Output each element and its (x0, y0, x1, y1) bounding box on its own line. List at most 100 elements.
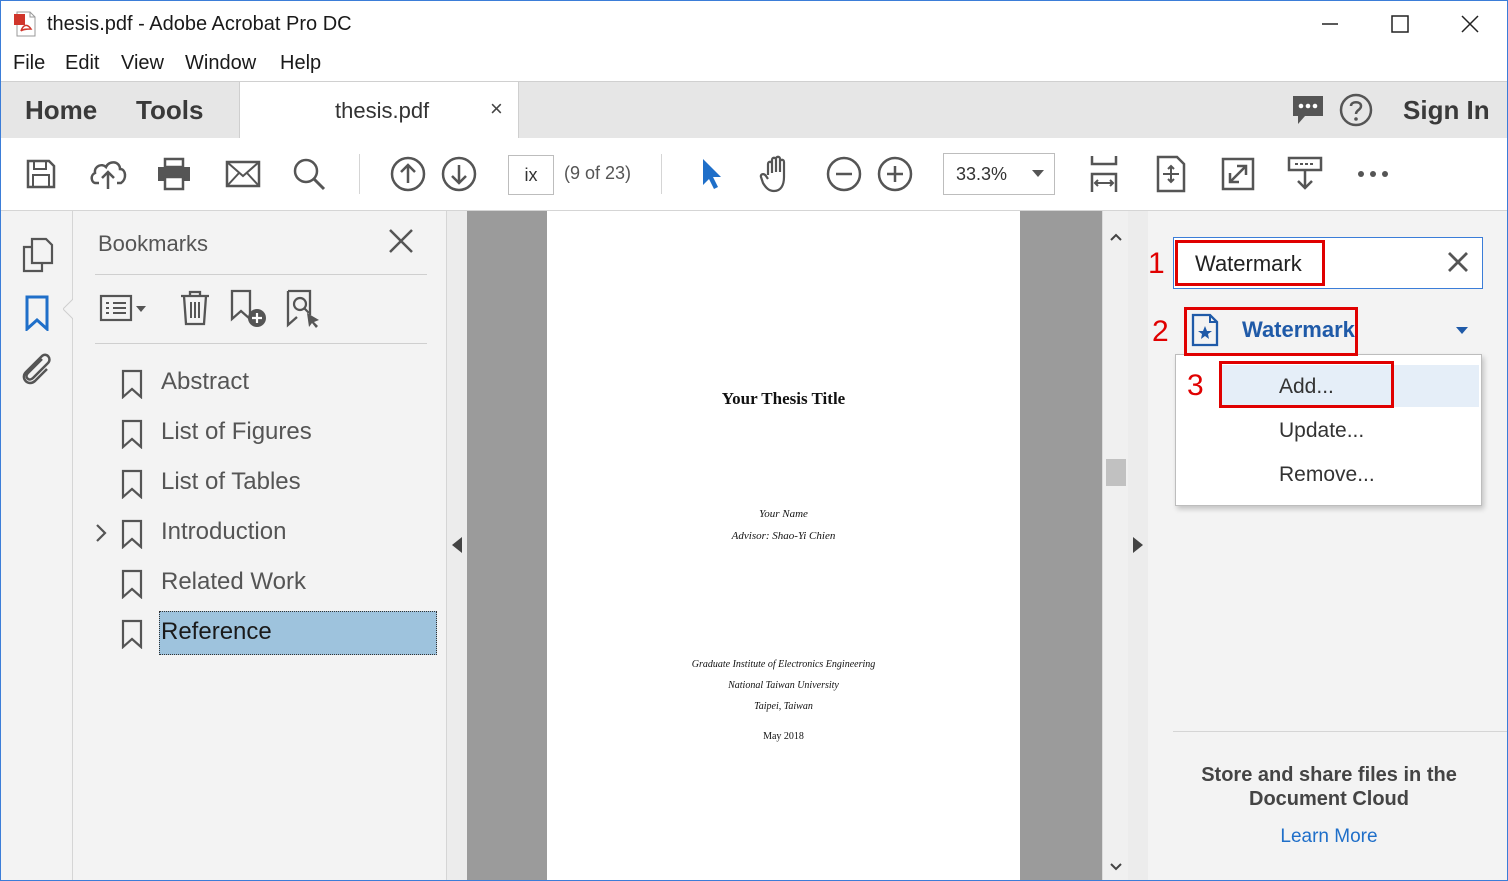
save-icon[interactable] (21, 154, 61, 194)
fit-page-icon[interactable] (1151, 154, 1191, 194)
document-cloud-promo: Store and share files in the Document Cl… (1201, 764, 1457, 810)
toolbar: ix (9 of 23) 33.3% (1, 138, 1507, 211)
menu-view[interactable]: View (121, 52, 164, 75)
bookmark-item[interactable]: List of Figures (73, 411, 447, 455)
tab-document[interactable]: thesis.pdf × (239, 82, 519, 139)
scroll-up-icon[interactable] (1110, 233, 1122, 241)
vertical-scrollbar[interactable] (1102, 211, 1128, 880)
menu-help[interactable]: Help (280, 52, 321, 75)
bookmark-item[interactable]: Abstract (73, 361, 447, 405)
zoom-value: 33.3% (956, 164, 1008, 184)
page-count: (9 of 23) (564, 163, 632, 183)
collapse-left-panel-button[interactable] (447, 211, 467, 880)
next-page-icon[interactable] (439, 154, 479, 194)
divider (1173, 731, 1507, 732)
bookmark-options-icon[interactable] (99, 291, 147, 325)
search-icon[interactable] (289, 154, 329, 194)
university-name: National Taiwan University (728, 680, 839, 691)
collapse-right-panel-button[interactable] (1128, 211, 1148, 880)
chevron-down-icon[interactable] (1456, 327, 1468, 335)
bookmark-panel-icon[interactable] (24, 295, 50, 331)
toolbar-separator (359, 154, 360, 194)
fullscreen-icon[interactable] (1218, 154, 1258, 194)
zoom-out-icon[interactable] (824, 154, 864, 194)
bookmark-item[interactable]: Introduction (73, 511, 447, 555)
page-number-input[interactable]: ix (508, 155, 554, 195)
bookmark-label: List of Tables (161, 468, 301, 495)
title-bar: thesis.pdf - Adobe Acrobat Pro DC (1, 1, 1507, 47)
city-name: Taipei, Taiwan (754, 701, 813, 712)
annotation-box-3 (1219, 361, 1394, 408)
bookmark-icon (121, 419, 143, 449)
close-window-button[interactable] (1435, 1, 1505, 47)
bookmark-icon (121, 469, 143, 499)
help-icon[interactable] (1339, 93, 1373, 127)
menu-item-remove[interactable]: Remove... (1279, 463, 1375, 487)
menu-window[interactable]: Window (185, 52, 256, 75)
annotation-number-1: 1 (1148, 247, 1165, 280)
find-bookmark-icon[interactable] (285, 289, 323, 329)
more-icon[interactable] (1353, 154, 1393, 194)
author-name: Your Name (759, 508, 808, 520)
menu-file[interactable]: File (13, 52, 45, 75)
sign-in-button[interactable]: Sign In (1403, 95, 1490, 126)
chevron-down-icon (1032, 170, 1044, 177)
bookmark-label: Abstract (161, 368, 250, 395)
toolbar-separator (661, 154, 662, 194)
menu-edit[interactable]: Edit (65, 52, 99, 75)
select-pointer-icon[interactable] (691, 154, 731, 194)
fit-width-icon[interactable] (1084, 154, 1124, 194)
close-icon[interactable] (387, 227, 415, 255)
comment-icon[interactable] (1291, 94, 1325, 126)
annotation-number-2: 2 (1152, 315, 1169, 348)
bookmark-item-selected[interactable]: Reference (73, 611, 447, 655)
clear-search-icon[interactable] (1446, 250, 1470, 274)
read-mode-icon[interactable] (1285, 154, 1325, 194)
hand-icon[interactable] (757, 154, 797, 194)
email-icon[interactable] (223, 154, 263, 194)
print-icon[interactable] (154, 154, 194, 194)
tools-pane: Watermark Watermark Add... Update... Rem… (1148, 211, 1507, 880)
minimize-button[interactable] (1295, 1, 1365, 47)
bookmark-label: Reference (161, 618, 272, 645)
learn-more-link[interactable]: Learn More (1173, 826, 1485, 848)
pdf-file-icon (13, 11, 39, 37)
divider (95, 274, 427, 275)
maximize-button[interactable] (1365, 1, 1435, 47)
bookmark-icon (121, 519, 143, 549)
annotation-box-2 (1184, 307, 1358, 356)
tab-bar: Home Tools thesis.pdf × Sign In (1, 81, 1507, 139)
bookmarks-panel: Bookmarks Abstract List of Figures List … (73, 211, 447, 880)
upload-icon[interactable] (88, 154, 128, 194)
bookmark-label: Related Work (161, 568, 306, 595)
document-view[interactable]: Your Thesis Title Your Name Advisor: Sha… (467, 211, 1102, 880)
expand-chevron-icon[interactable] (95, 523, 107, 543)
bookmark-item[interactable]: List of Tables (73, 461, 447, 505)
page-thumbnails-icon[interactable] (22, 237, 54, 273)
thesis-date: May 2018 (763, 731, 804, 742)
menu-item-update[interactable]: Update... (1279, 419, 1364, 443)
annotation-number-3: 3 (1187, 369, 1204, 402)
bookmark-label: Introduction (161, 518, 287, 545)
new-bookmark-icon[interactable] (229, 289, 269, 329)
window-title: thesis.pdf - Adobe Acrobat Pro DC (47, 13, 352, 35)
bookmark-icon (121, 569, 143, 599)
prev-page-icon[interactable] (388, 154, 428, 194)
close-tab-button[interactable]: × (490, 96, 503, 122)
tab-tools[interactable]: Tools (136, 95, 203, 126)
delete-bookmark-icon[interactable] (179, 289, 211, 327)
attachment-icon[interactable] (20, 351, 54, 387)
thesis-title: Your Thesis Title (721, 389, 846, 408)
annotation-box-1 (1175, 240, 1325, 286)
scrollbar-thumb[interactable] (1106, 459, 1126, 486)
zoom-in-icon[interactable] (875, 154, 915, 194)
bookmark-item[interactable]: Related Work (73, 561, 447, 605)
bookmarks-title: Bookmarks (98, 231, 209, 256)
advisor-name: Advisor: Shao-Yi Chien (731, 530, 836, 542)
menu-bar: File Edit View Window Help (1, 47, 1507, 81)
institute-name: Graduate Institute of Electronics Engine… (691, 659, 876, 670)
tab-home[interactable]: Home (25, 95, 97, 126)
zoom-select[interactable]: 33.3% (943, 153, 1055, 195)
scroll-down-icon[interactable] (1110, 863, 1122, 871)
bookmark-icon (121, 369, 143, 399)
